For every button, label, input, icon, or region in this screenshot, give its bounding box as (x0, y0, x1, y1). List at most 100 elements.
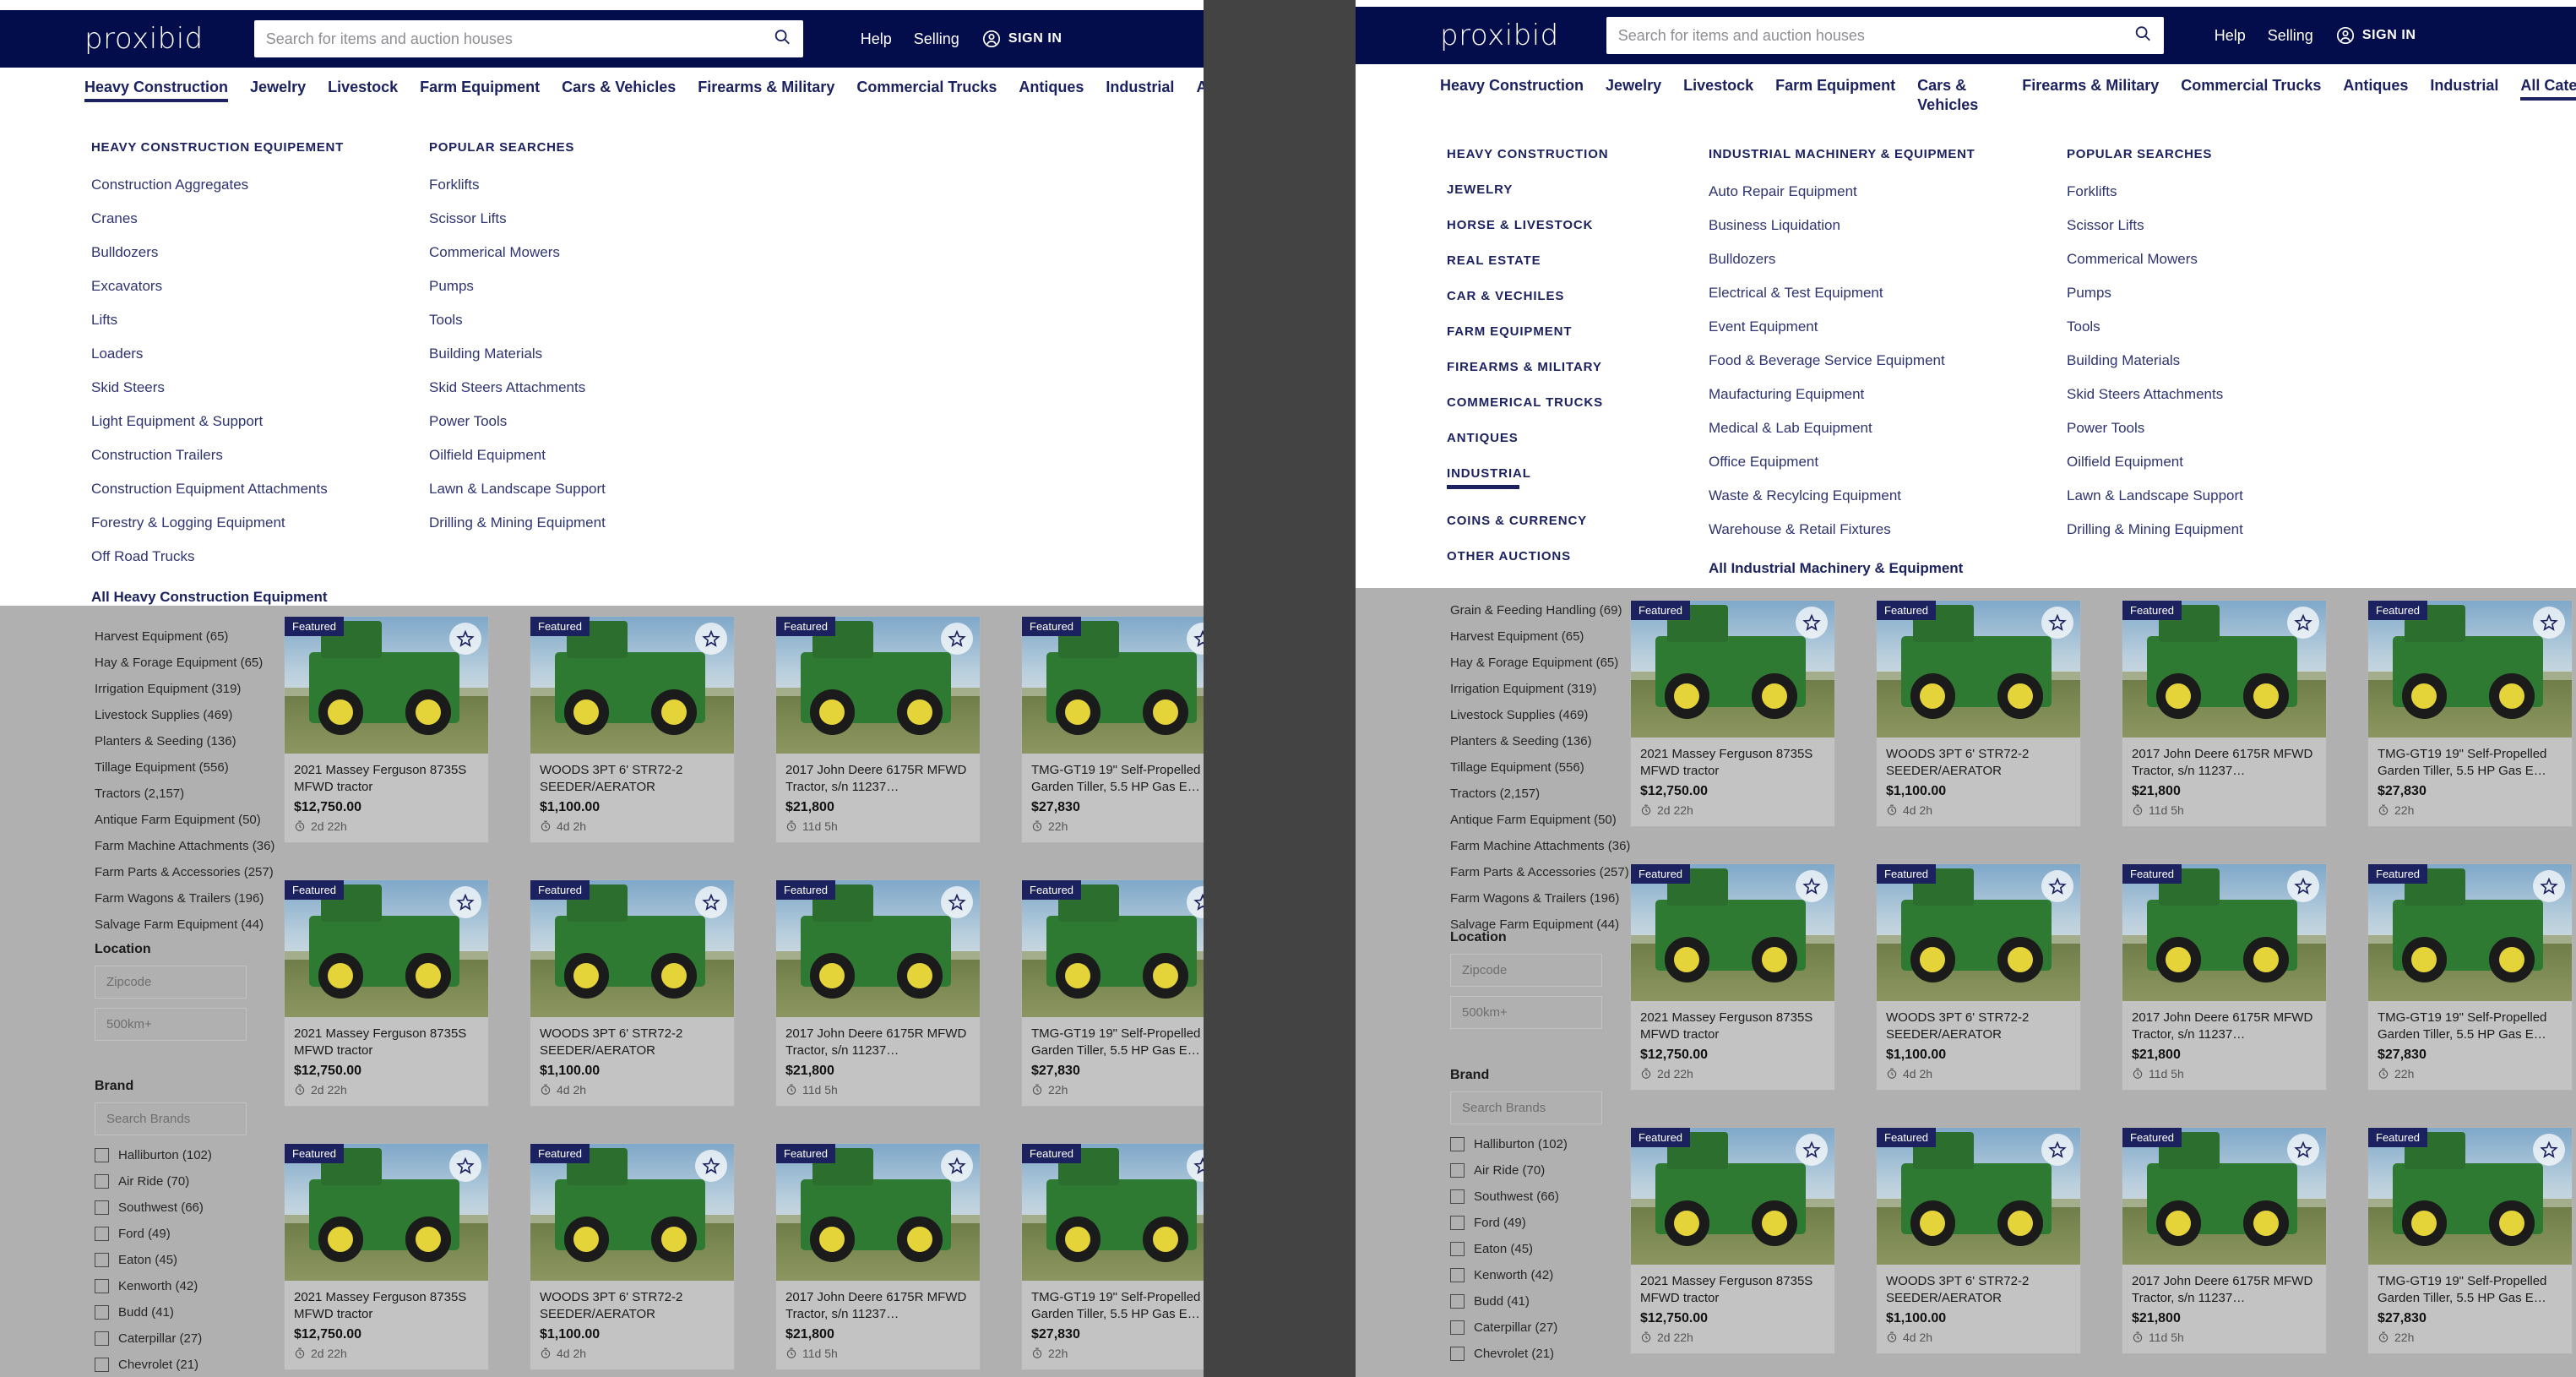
catnav-r-item-antiques[interactable]: Antiques (2343, 76, 2408, 101)
mega-r-popular-6[interactable]: Skid Steers Attachments (2067, 386, 2384, 403)
brand-checkbox-row[interactable]: Kenworth (42) (1450, 1268, 1553, 1282)
product-photo[interactable]: Featured (1877, 1128, 2080, 1265)
catnav-item-antiques[interactable]: Antiques (1019, 78, 1084, 102)
zipcode-input[interactable]: Zipcode (1450, 954, 1602, 987)
product-photo[interactable]: Featured (2368, 864, 2572, 1001)
help-link[interactable]: Help (861, 30, 892, 48)
favorite-button[interactable] (941, 886, 973, 918)
mega-left-item-5[interactable]: Loaders (91, 346, 429, 362)
brand-checkbox-row[interactable]: Halliburton (102) (95, 1148, 212, 1162)
catnav-item-cars-vehicles[interactable]: Cars & Vehicles (562, 78, 676, 102)
catnav-item-all-categories[interactable]: All Catergories (1196, 78, 1204, 102)
catnav-item-heavy-construction[interactable]: Heavy Construction (84, 78, 229, 102)
mega-r-cat-6[interactable]: FIREARMS & MILITARY (1447, 360, 1709, 378)
brand-checkbox[interactable] (95, 1174, 109, 1189)
mega-r-item-5[interactable]: Food & Beverage Service Equipment (1709, 352, 2046, 369)
sidebar-category-link[interactable]: Planters & Seeding (136) (1450, 734, 1592, 748)
mega-r-popular-3[interactable]: Pumps (2067, 285, 2384, 302)
mega-r-popular-4[interactable]: Tools (2067, 318, 2384, 335)
product-photo[interactable]: Featured (1877, 864, 2080, 1001)
catnav-r-item-jewelry[interactable]: Jewelry (1606, 76, 1661, 101)
catnav-item-livestock[interactable]: Livestock (328, 78, 398, 102)
favorite-button[interactable] (1796, 607, 1828, 639)
mega-r-cat-7[interactable]: COMMERICAL TRUCKS (1447, 395, 1709, 413)
brand-checkbox-row[interactable]: Budd (41) (95, 1305, 174, 1320)
brand-checkbox-row[interactable]: Ford (49) (1450, 1216, 1526, 1230)
product-card[interactable]: Featured TMG-GT19 19" Self-Propelled Gard… (2367, 600, 2573, 827)
product-photo[interactable]: Featured (2122, 1128, 2326, 1265)
favorite-star-icon[interactable] (1802, 1140, 1821, 1159)
mega-r-item-10[interactable]: Warehouse & Retail Fixtures (1709, 521, 2046, 538)
favorite-button[interactable] (449, 1150, 481, 1182)
brand-checkbox[interactable] (1450, 1320, 1465, 1335)
favorite-button[interactable] (2041, 607, 2073, 639)
favorite-star-icon[interactable] (2540, 613, 2558, 632)
favorite-star-icon[interactable] (2294, 613, 2312, 632)
product-card[interactable]: Featured TMG-GT19 19" Self-Propelled Gard… (1021, 1143, 1204, 1370)
favorite-button[interactable] (2041, 870, 2073, 902)
mega-left-item-0[interactable]: Construction Aggregates (91, 177, 429, 193)
sidebar-category-link[interactable]: Antique Farm Equipment (50) (95, 813, 261, 827)
brand-search-input[interactable]: Search Brands (95, 1102, 247, 1135)
proxibid-logo[interactable]: proxibid (84, 22, 204, 56)
mega-left-item-7[interactable]: Light Equipment & Support (91, 413, 429, 430)
sidebar-category-link[interactable]: Salvage Farm Equipment (44) (95, 917, 264, 932)
sidebar-category-link[interactable]: Hay & Forage Equipment (65) (95, 656, 263, 670)
catnav-r-item-farm-equipment[interactable]: Farm Equipment (1775, 76, 1895, 101)
mega-r-cat-10[interactable]: COINS & CURRENCY (1447, 514, 1709, 531)
mega-right-all-link[interactable]: All Industrial Machinery & Equipment (1709, 560, 2046, 577)
brand-checkbox[interactable] (1450, 1347, 1465, 1361)
sidebar-category-link[interactable]: Harvest Equipment (65) (1450, 629, 1584, 644)
product-photo[interactable]: Featured (1022, 880, 1204, 1017)
sidebar-category-link[interactable]: Antique Farm Equipment (50) (1450, 813, 1617, 827)
mega-left-item-9[interactable]: Construction Equipment Attachments (91, 481, 429, 498)
favorite-button[interactable] (449, 886, 481, 918)
brand-checkbox-row[interactable]: Chevrolet (21) (1450, 1347, 1554, 1361)
help-link-right[interactable]: Help (2215, 27, 2246, 45)
product-card[interactable]: Featured TMG-GT19 19" Self-Propelled Gard… (2367, 863, 2573, 1091)
brand-checkbox-row[interactable]: Southwest (66) (95, 1200, 204, 1215)
catnav-r-item-commercial-trucks[interactable]: Commercial Trucks (2181, 76, 2321, 101)
mega-r-item-0[interactable]: Auto Repair Equipment (1709, 183, 2046, 200)
sidebar-category-link[interactable]: Farm Machine Attachments (36) (95, 839, 274, 853)
brand-checkbox[interactable] (95, 1148, 109, 1162)
search-input-right[interactable]: Search for items and auction houses (1606, 17, 2164, 54)
brand-search-input[interactable]: Search Brands (1450, 1091, 1602, 1124)
brand-checkbox-row[interactable]: Chevrolet (21) (95, 1358, 198, 1372)
brand-checkbox[interactable] (1450, 1294, 1465, 1309)
mega-left-item-1[interactable]: Cranes (91, 210, 429, 227)
product-photo[interactable]: Featured (1022, 1144, 1204, 1281)
catnav-r-item-cars-vehicles[interactable]: Cars & Vehicles (1917, 76, 1978, 119)
catnav-item-industrial[interactable]: Industrial (1106, 78, 1174, 102)
mega-left-item-2[interactable]: Bulldozers (91, 244, 429, 261)
product-photo[interactable]: Featured (530, 880, 734, 1017)
brand-checkbox[interactable] (95, 1227, 109, 1241)
mega-left-popular-9[interactable]: Lawn & Landscape Support (429, 481, 767, 498)
catnav-r-item-all-categories[interactable]: All Catergories (2520, 76, 2576, 101)
product-card[interactable]: Featured WOODS 3PT 6' STR72-2 SEEDER/AERA… (1876, 1127, 2081, 1354)
search-input[interactable]: Search for items and auction houses (253, 20, 803, 57)
brand-checkbox[interactable] (95, 1279, 109, 1293)
mega-left-popular-4[interactable]: Tools (429, 312, 767, 329)
brand-checkbox-row[interactable]: Budd (41) (1450, 1294, 1530, 1309)
mega-r-popular-1[interactable]: Scissor Lifts (2067, 217, 2384, 234)
sidebar-category-link[interactable]: Farm Machine Attachments (36) (1450, 839, 1630, 853)
mega-left-popular-10[interactable]: Drilling & Mining Equipment (429, 514, 767, 531)
mega-r-item-1[interactable]: Business Liquidation (1709, 217, 2046, 234)
favorite-button[interactable] (941, 1150, 973, 1182)
product-photo[interactable]: Featured (1022, 617, 1204, 754)
sidebar-category-link[interactable]: Planters & Seeding (136) (95, 734, 236, 748)
favorite-button[interactable] (2041, 1134, 2073, 1166)
favorite-star-icon[interactable] (948, 1157, 966, 1175)
product-card[interactable]: Featured TMG-GT19 19" Self-Propelled Gard… (1021, 616, 1204, 843)
mega-r-popular-10[interactable]: Drilling & Mining Equipment (2067, 521, 2384, 538)
product-card[interactable]: Featured 2021 Massey Ferguson 8735S MFWD … (284, 616, 489, 843)
brand-checkbox-row[interactable]: Southwest (66) (1450, 1189, 1559, 1204)
sidebar-category-link[interactable]: Tillage Equipment (556) (95, 760, 229, 775)
favorite-star-icon[interactable] (702, 629, 720, 648)
brand-checkbox[interactable] (95, 1200, 109, 1215)
product-card[interactable]: Featured 2017 John Deere 6175R MFWD Tract… (775, 616, 981, 843)
sign-in-button-right[interactable]: SIGN IN (2335, 25, 2416, 46)
catnav-r-item-heavy-construction[interactable]: Heavy Construction (1440, 76, 1584, 101)
product-card[interactable]: Featured 2017 John Deere 6175R MFWD Tract… (775, 1143, 981, 1370)
